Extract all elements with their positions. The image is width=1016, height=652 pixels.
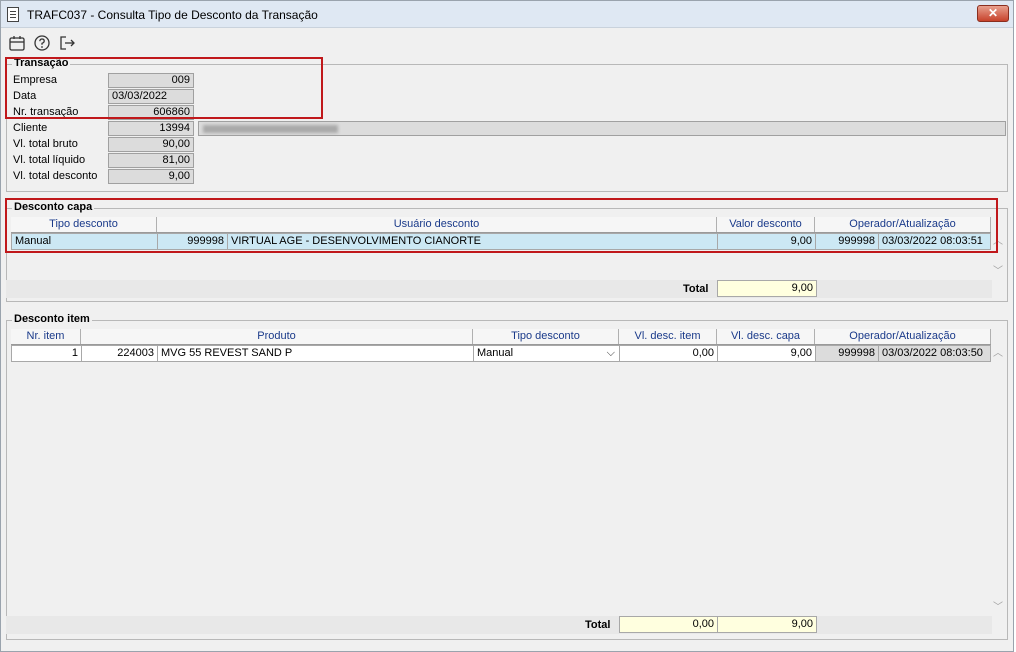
calendar-icon[interactable]: [8, 34, 26, 52]
help-icon[interactable]: [33, 34, 51, 52]
item-atualizacao-cell[interactable]: 03/03/2022 08:03:50: [878, 345, 991, 362]
desconto-field[interactable]: 9,00: [108, 169, 194, 184]
item-desc-capa-cell[interactable]: 9,00: [717, 345, 816, 362]
desconto-capa-title: Desconto capa: [12, 201, 95, 213]
capa-usuario-nome-cell[interactable]: VIRTUAL AGE - DESENVOLVIMENTO CIANORTE: [227, 233, 718, 250]
col-nr-item[interactable]: Nr. item: [11, 329, 81, 344]
bruto-label: Vl. total bruto: [13, 138, 78, 150]
item-total-desc-capa-field[interactable]: 9,00: [717, 616, 817, 633]
col-operador-atualizacao[interactable]: Operador/Atualização: [815, 217, 991, 232]
item-tipo-desconto-select[interactable]: Manual ⌵: [473, 345, 620, 362]
data-label: Data: [13, 90, 37, 102]
item-scroll-up-icon[interactable]: ︿: [992, 349, 1004, 359]
bruto-field[interactable]: 90,00: [108, 137, 194, 152]
exit-icon[interactable]: [58, 34, 76, 52]
liquido-field[interactable]: 81,00: [108, 153, 194, 168]
title-bar: TRAFC037 - Consulta Tipo de Desconto da …: [1, 1, 1013, 28]
item-produto-cod-cell[interactable]: 224003: [81, 345, 158, 362]
liquido-label: Vl. total líquido: [13, 154, 86, 166]
capa-total-field[interactable]: 9,00: [717, 280, 817, 297]
item-desc-item-cell[interactable]: 0,00: [619, 345, 718, 362]
cliente-code-field[interactable]: 13994: [108, 121, 194, 136]
item-nr-cell[interactable]: 1: [11, 345, 82, 362]
toolbar: [1, 29, 1013, 55]
capa-scroll-down-icon[interactable]: ﹀: [992, 267, 1004, 277]
desconto-label: Vl. total desconto: [13, 170, 98, 182]
col-valor-desconto[interactable]: Valor desconto: [717, 217, 815, 232]
col-vl-desc-item[interactable]: Vl. desc. item: [619, 329, 717, 344]
cliente-label: Cliente: [13, 122, 48, 134]
col-usuario-desconto[interactable]: Usuário desconto: [157, 217, 717, 232]
nr-transacao-label: Nr. transação: [13, 106, 79, 118]
item-operador-cell[interactable]: 999998: [815, 345, 879, 362]
window-title: TRAFC037 - Consulta Tipo de Desconto da …: [27, 8, 318, 22]
item-table-row[interactable]: 1 224003 MVG 55 REVEST SAND P Manual ⌵ 0…: [11, 345, 991, 362]
col-tipo-desconto[interactable]: Tipo desconto: [11, 217, 157, 232]
cliente-name-field[interactable]: [198, 121, 1006, 136]
capa-tipo-cell[interactable]: Manual: [11, 233, 158, 250]
col-produto[interactable]: Produto: [81, 329, 473, 344]
document-icon: [7, 7, 19, 22]
chevron-down-icon[interactable]: ⌵: [607, 346, 615, 361]
capa-valor-cell[interactable]: 9,00: [717, 233, 816, 250]
main-window: TRAFC037 - Consulta Tipo de Desconto da …: [0, 0, 1014, 652]
col-vl-desc-capa[interactable]: Vl. desc. capa: [717, 329, 815, 344]
item-grid-header: Nr. item Produto Tipo desconto Vl. desc.…: [11, 329, 991, 345]
redacted-name: [203, 125, 338, 133]
item-total-label: Total: [585, 619, 611, 631]
close-button[interactable]: ✕: [977, 5, 1009, 22]
item-produto-nome-cell[interactable]: MVG 55 REVEST SAND P: [157, 345, 474, 362]
desconto-item-title: Desconto item: [12, 313, 92, 325]
capa-operador-cell[interactable]: 999998: [815, 233, 879, 250]
capa-usuario-cod-cell[interactable]: 999998: [157, 233, 228, 250]
desconto-item-group: Desconto item: [6, 313, 1008, 640]
col-tipo-desconto-item[interactable]: Tipo desconto: [473, 329, 619, 344]
capa-total-label: Total: [683, 283, 709, 295]
item-total-desc-item-field[interactable]: 0,00: [619, 616, 718, 633]
capa-scroll-up-icon[interactable]: ︿: [992, 237, 1004, 247]
nr-transacao-field[interactable]: 606860: [108, 105, 194, 120]
empresa-field[interactable]: 009: [108, 73, 194, 88]
empresa-label: Empresa: [13, 74, 58, 86]
item-tipo-desconto-value: Manual: [477, 347, 514, 359]
col-operador-atualizacao-item[interactable]: Operador/Atualização: [815, 329, 991, 344]
capa-footer: [6, 280, 992, 298]
capa-table-row[interactable]: Manual 999998 VIRTUAL AGE - DESENVOLVIME…: [11, 233, 991, 250]
data-field[interactable]: 03/03/2022: [108, 89, 194, 104]
item-scroll-down-icon[interactable]: ﹀: [992, 603, 1004, 613]
capa-grid-header: Tipo desconto Usuário desconto Valor des…: [11, 217, 991, 233]
transacao-title: Transação: [12, 57, 71, 69]
capa-atualizacao-cell[interactable]: 03/03/2022 08:03:51: [878, 233, 991, 250]
item-footer: [6, 616, 992, 634]
